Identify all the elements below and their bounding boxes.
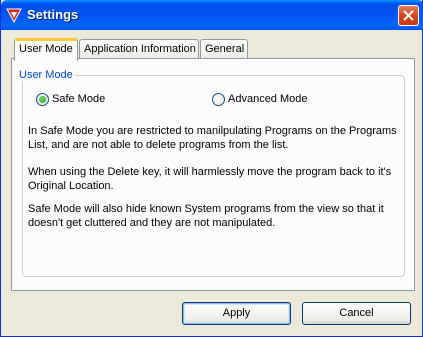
- system-programs-description: Safe Mode will also hide known System pr…: [28, 203, 384, 229]
- apply-button[interactable]: Apply: [182, 302, 291, 325]
- window-title: Settings: [27, 7, 79, 22]
- user-mode-group-label: User Mode: [17, 69, 75, 81]
- close-button[interactable]: [398, 5, 419, 26]
- tab-general[interactable]: General: [200, 39, 248, 59]
- advanced-mode-radio[interactable]: [212, 93, 225, 106]
- radio-selected-dot: [39, 96, 46, 103]
- delete-key-description: When using the Delete key, it will harml…: [28, 166, 392, 192]
- tab-user-mode[interactable]: User Mode: [14, 38, 78, 61]
- settings-window: Settings User Mode Application Informati…: [0, 0, 423, 337]
- safe-mode-radio[interactable]: [36, 93, 49, 106]
- safe-mode-label[interactable]: Safe Mode: [52, 93, 105, 105]
- tab-application-information-label: Application Information: [84, 43, 196, 55]
- advanced-mode-label[interactable]: Advanced Mode: [228, 93, 308, 105]
- cancel-button[interactable]: Cancel: [302, 302, 411, 325]
- tab-application-information[interactable]: Application Information: [79, 39, 199, 59]
- close-icon: [403, 10, 414, 21]
- app-logo-icon: [6, 7, 22, 24]
- tab-user-mode-label: User Mode: [19, 43, 73, 55]
- safe-mode-description: In Safe Mode you are restricted to manil…: [28, 125, 397, 151]
- tab-general-label: General: [205, 43, 245, 55]
- title-bar[interactable]: Settings: [1, 0, 423, 30]
